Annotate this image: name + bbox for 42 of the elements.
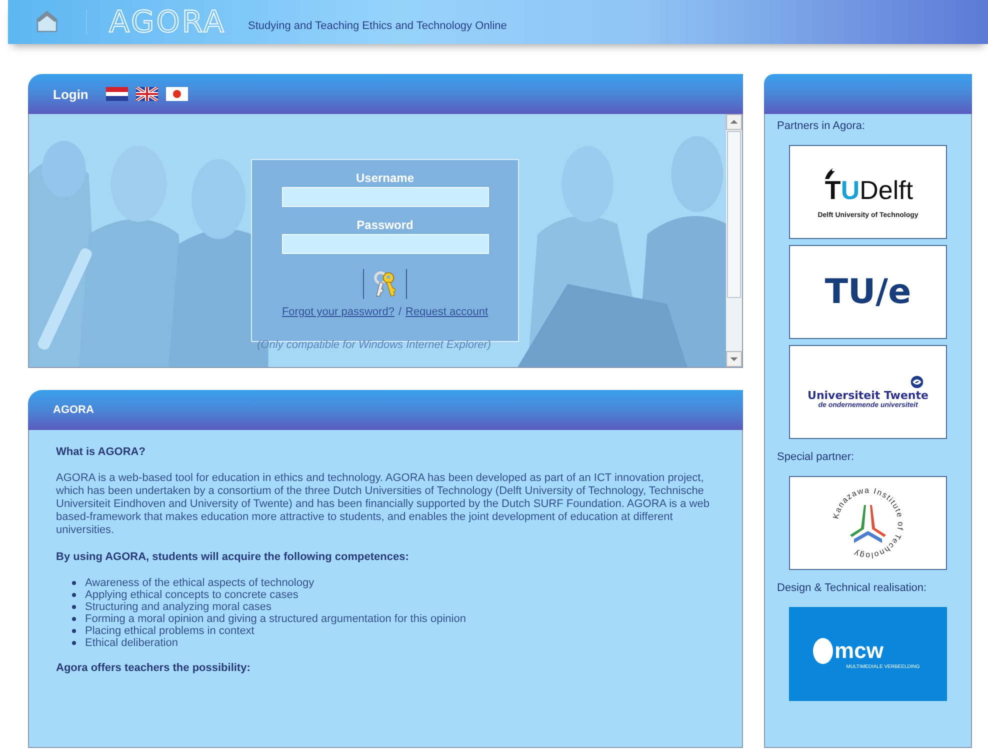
- scroll-thumb[interactable]: [727, 131, 741, 298]
- section-heading: Agora offers teachers the possibility:: [56, 662, 252, 674]
- logo-wordmark: TU/e: [824, 272, 912, 312]
- list-item: Placing ethical problems in context: [85, 625, 254, 637]
- sidebar-heading: Design & Technical realisation:: [777, 582, 927, 594]
- scrollbar[interactable]: [726, 114, 742, 367]
- panel-title: AGORA: [53, 404, 94, 416]
- keys-icon[interactable]: [372, 270, 398, 298]
- house-icon[interactable]: [34, 9, 60, 35]
- sidebar-heading: Partners in Agora:: [777, 120, 866, 132]
- flame-icon: [822, 166, 837, 180]
- site-tagline: Studying and Teaching Ethics and Technology Online: [248, 20, 507, 32]
- agora-logo: AGORA: [109, 4, 226, 40]
- partner-logo[interactable]: TU/e: [789, 245, 947, 339]
- link-separator: /: [398, 306, 402, 318]
- list-item: Forming a moral opinion and giving a structured argumentation for this opinion: [85, 613, 466, 625]
- bullet-icon: [72, 593, 76, 597]
- sidebar-heading: Special partner:: [777, 451, 854, 463]
- username-field[interactable]: [282, 187, 488, 207]
- section-heading: By using AGORA, students will acquire the following competences:: [56, 551, 410, 563]
- bullet-icon: [72, 641, 76, 645]
- bullet-icon: [72, 581, 76, 585]
- list-item: Awareness of the ethical aspects of technology: [85, 577, 314, 589]
- panel-title: Login: [53, 86, 88, 102]
- japan-flag-icon[interactable]: [166, 87, 188, 101]
- list-item: Ethical deliberation: [85, 637, 178, 649]
- logo-wordmark: mcw: [834, 638, 884, 664]
- section-heading: What is AGORA?: [56, 446, 146, 458]
- bullet-icon: [72, 617, 76, 621]
- paragraph: AGORA is a web-based tool for education in ethics and technology. AGORA has been developed as part of an ICT innovation project, which has been undertaken by a consortium of the three Dutch Universities of Technology (Delft University of Technology, Technische Universiteit Eindhoven and University of Twente) and has been financially supported by the Dutch SURF Foundation. AGORA is a web based-framework that makes education more attractive to students, and enables the joint development of education at different universities.: [56, 472, 710, 537]
- logo-wordmark: Universiteit Twente: [808, 389, 928, 402]
- list-item: Applying ethical concepts to concrete cases: [85, 589, 298, 601]
- dot-icon: [812, 638, 833, 664]
- logo-wordmark: TUDelft: [824, 176, 914, 204]
- bullet-icon: [72, 629, 76, 633]
- netherlands-flag-icon[interactable]: [106, 87, 128, 101]
- list-item: Structuring and analyzing moral cases: [85, 601, 272, 613]
- field-label: Password: [356, 218, 414, 233]
- uk-flag-icon[interactable]: [136, 87, 158, 101]
- field-label: Username: [356, 171, 414, 186]
- password-field[interactable]: [282, 234, 488, 254]
- bullet-icon: [72, 605, 76, 609]
